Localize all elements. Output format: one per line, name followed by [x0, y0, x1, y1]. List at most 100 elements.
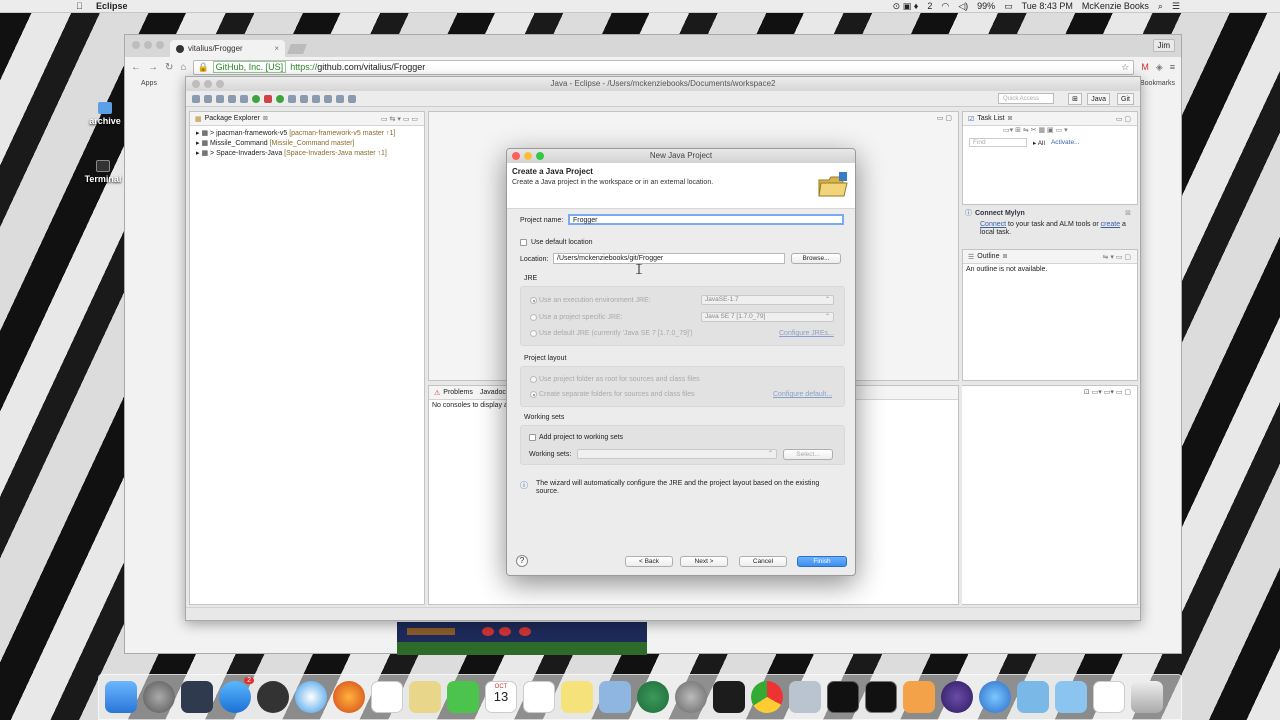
- help-button[interactable]: ?: [516, 555, 528, 567]
- tree-item-project[interactable]: ▸ ▦ Missile_Command [Missile_Command mas…: [190, 139, 424, 149]
- task-list-toolbar-icons[interactable]: ▭▾ ⊞ ⇋ ✂ ▦ ▣ ▭ ▾: [963, 126, 1137, 138]
- battery-icon[interactable]: ▭: [1004, 1, 1013, 12]
- connect-link[interactable]: Connect: [980, 221, 1006, 228]
- clock[interactable]: Tue 8:43 PM: [1022, 1, 1073, 11]
- time-machine-icon[interactable]: [637, 681, 669, 713]
- close-view-icon[interactable]: ⊠: [263, 115, 268, 122]
- imovie-icon[interactable]: [409, 681, 441, 713]
- external-tools-icon[interactable]: [264, 94, 272, 103]
- create-link[interactable]: create: [1101, 221, 1120, 228]
- eclipse-close-button[interactable]: [192, 80, 200, 88]
- desktop-icon-terminal[interactable]: Terminal: [78, 160, 128, 184]
- bookmark-star-icon[interactable]: ☆: [1121, 62, 1129, 73]
- project-name-input[interactable]: Frogger: [568, 214, 844, 225]
- jre-ee-radio[interactable]: [530, 297, 537, 304]
- grid-app-icon[interactable]: [371, 681, 403, 713]
- facetime-icon[interactable]: [447, 681, 479, 713]
- configure-jres-link[interactable]: Configure JREs...: [779, 330, 834, 337]
- build-icon[interactable]: [228, 94, 236, 103]
- forward-nav-icon[interactable]: [348, 94, 356, 103]
- search-icon[interactable]: [300, 94, 308, 103]
- open-type-icon[interactable]: [288, 94, 296, 103]
- file-icon[interactable]: [1093, 681, 1125, 713]
- console-toolbar-icons[interactable]: ⊡ ▭▾ ▭▾ ▭ ▢: [1084, 388, 1131, 396]
- save-icon[interactable]: [204, 94, 212, 103]
- spotlight-icon[interactable]: ⌕: [1158, 1, 1163, 12]
- bookmark-apps[interactable]: Apps: [141, 80, 157, 87]
- chrome-menu-icon[interactable]: ≡: [1170, 62, 1175, 72]
- wifi-icon[interactable]: ◠: [941, 1, 949, 12]
- quicktime-icon[interactable]: [979, 681, 1011, 713]
- app-menu[interactable]: Eclipse: [96, 1, 128, 11]
- new-class-icon[interactable]: [276, 94, 284, 103]
- print-icon[interactable]: [216, 94, 224, 103]
- open-perspective-icon[interactable]: ⊞: [1068, 93, 1082, 105]
- jre-specific-select[interactable]: Java SE 7 [1.7.0_79]: [701, 312, 834, 322]
- next-annotation-icon[interactable]: [312, 94, 320, 103]
- git-perspective-button[interactable]: Git: [1117, 93, 1134, 105]
- problems-tab[interactable]: Problems: [443, 389, 473, 396]
- jre-default-radio[interactable]: [530, 330, 537, 337]
- back-button[interactable]: < Back: [625, 556, 673, 567]
- close-view-icon[interactable]: ⊠: [1002, 253, 1007, 260]
- editor-minmax-icons[interactable]: ▭ ▢: [937, 114, 952, 122]
- launchpad-icon[interactable]: [143, 681, 175, 713]
- console-app-icon[interactable]: [827, 681, 859, 713]
- app-store-icon[interactable]: 2: [219, 677, 254, 713]
- configure-default-link[interactable]: Configure default...: [773, 391, 832, 398]
- volume-icon[interactable]: ◁): [958, 1, 968, 12]
- status-icons[interactable]: ⊙ ▣ ♦: [893, 1, 919, 12]
- bookmark-other[interactable]: Bookmarks: [1140, 80, 1175, 87]
- preview-icon[interactable]: [599, 681, 631, 713]
- utility-icon[interactable]: [789, 681, 821, 713]
- home-icon[interactable]: ⌂: [180, 62, 186, 73]
- view-menu-icons[interactable]: ▭ ⇆ ▾ ▭ ▭: [381, 115, 418, 123]
- debug-icon[interactable]: [240, 94, 248, 103]
- dialog-close-button[interactable]: [512, 152, 520, 160]
- working-sets-select[interactable]: [577, 449, 777, 459]
- task-activate-link[interactable]: Activate...: [1051, 139, 1080, 146]
- finder-icon[interactable]: [105, 681, 137, 713]
- address-bar[interactable]: 🔒 GitHub, Inc. [US] https://github.com/v…: [193, 59, 1135, 75]
- dashboard-icon[interactable]: [257, 681, 289, 713]
- desktop-icon-archive[interactable]: archive: [80, 102, 130, 126]
- jre-ee-select[interactable]: JavaSE-1.7: [701, 295, 834, 305]
- back-nav-icon[interactable]: [336, 94, 344, 103]
- quick-access-input[interactable]: Quick Access: [998, 93, 1054, 104]
- new-icon[interactable]: [192, 94, 200, 103]
- task-list-tab[interactable]: ☑ Task List ⊠ ▭ ▢: [963, 112, 1137, 126]
- layout-root-radio[interactable]: [530, 376, 537, 383]
- apple-menu-icon[interactable]: : [76, 1, 86, 11]
- browse-button[interactable]: Browse...: [791, 253, 841, 264]
- chrome-zoom-button[interactable]: [156, 41, 164, 49]
- dialog-minimize-button[interactable]: [524, 152, 532, 160]
- user-menu[interactable]: McKenzie Books: [1082, 1, 1149, 11]
- safari-icon[interactable]: [295, 681, 327, 713]
- location-input[interactable]: /Users/mckenziebooks/git/Frogger: [553, 253, 785, 264]
- use-default-location-checkbox[interactable]: [520, 239, 527, 246]
- select-working-sets-button[interactable]: Select...: [783, 449, 833, 460]
- tree-item-project[interactable]: ▸ ▦ > Space-Invaders-Java [Space-Invader…: [190, 149, 424, 159]
- task-scope-all[interactable]: ▸ All: [1033, 139, 1045, 147]
- reminders-icon[interactable]: [523, 681, 555, 713]
- tab-close-icon[interactable]: ×: [274, 44, 279, 53]
- chrome-tab[interactable]: vitalius/Frogger ×: [170, 40, 285, 57]
- chrome-minimize-button[interactable]: [144, 41, 152, 49]
- package-explorer-tab[interactable]: ▦ Package Explorer ⊠ ▭ ⇆ ▾ ▭ ▭: [190, 112, 424, 126]
- layout-separate-radio[interactable]: [530, 391, 537, 398]
- back-icon[interactable]: ←: [131, 62, 141, 73]
- chrome-profile-button[interactable]: Jim: [1152, 39, 1175, 52]
- eclipse-minimize-button[interactable]: [204, 80, 212, 88]
- mission-control-icon[interactable]: [181, 681, 213, 713]
- reload-icon[interactable]: ↻: [165, 62, 173, 73]
- new-tab-button[interactable]: [287, 44, 307, 54]
- outline-tab[interactable]: ☰ Outline ⊠ ⇋ ▾ ▭ ▢: [963, 250, 1137, 264]
- notification-center-icon[interactable]: ☰: [1172, 1, 1180, 12]
- documents-folder-icon[interactable]: [1055, 681, 1087, 713]
- finish-button[interactable]: Finish: [797, 556, 847, 567]
- view-minmax-icons[interactable]: ⇋ ▾ ▭ ▢: [1103, 253, 1131, 261]
- applications-folder-icon[interactable]: [1017, 681, 1049, 713]
- gmail-icon[interactable]: M: [1141, 62, 1149, 72]
- javadoc-tab[interactable]: Javadoc: [480, 389, 506, 396]
- view-minmax-icons[interactable]: ▭ ▢: [1116, 115, 1131, 123]
